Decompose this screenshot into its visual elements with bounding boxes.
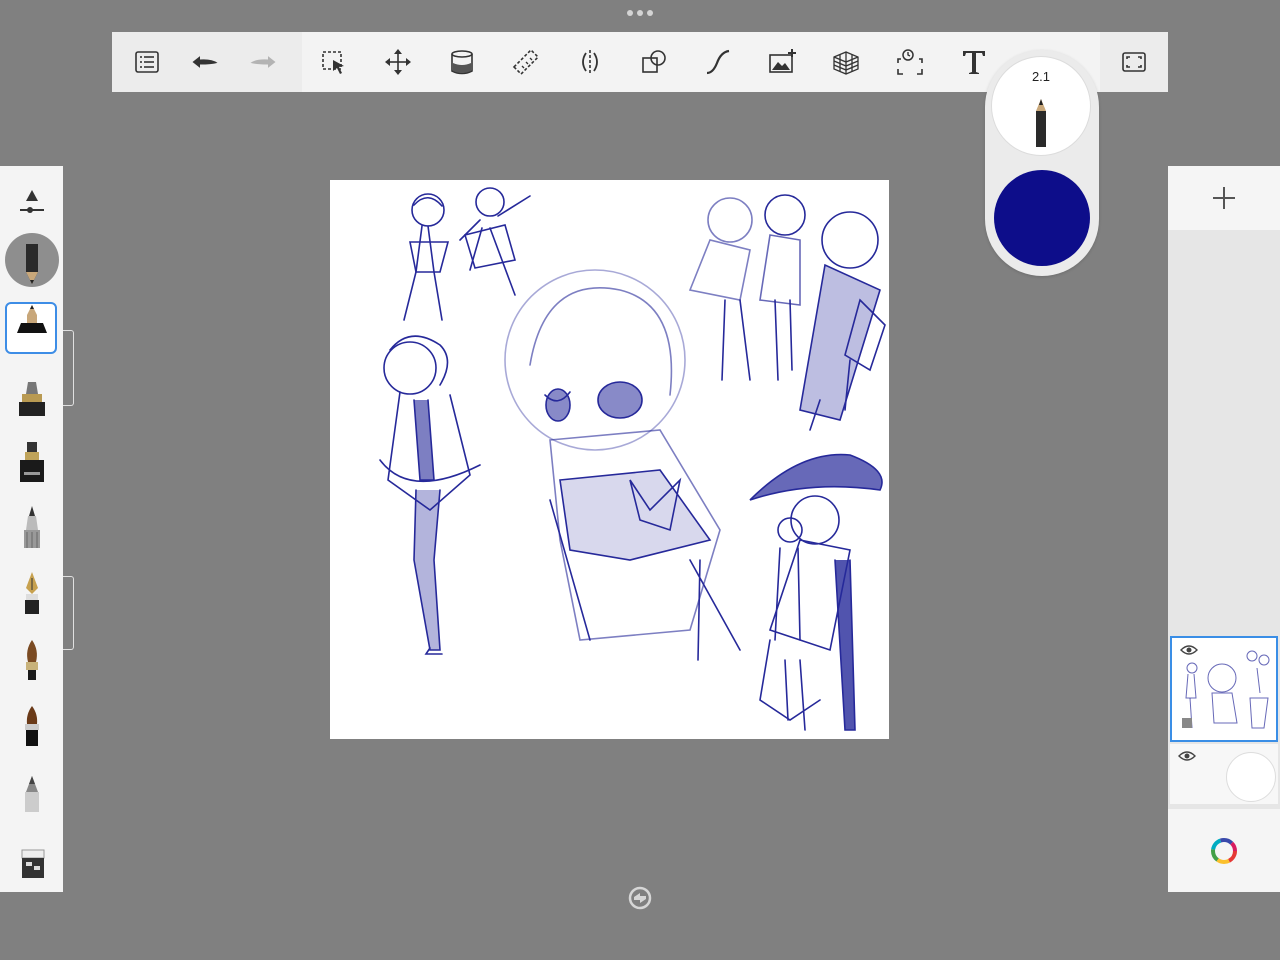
pencil-brush[interactable] [0, 298, 63, 364]
selection-tool-button[interactable] [302, 34, 366, 90]
airbrush-brush[interactable] [0, 760, 63, 826]
chisel-brush[interactable] [0, 694, 63, 760]
brush-puck[interactable]: 2.1 [985, 50, 1099, 276]
chisel-brush-icon [24, 706, 39, 746]
layer-preview [1182, 650, 1270, 729]
airbrush-icon [24, 776, 39, 812]
current-color-swatch[interactable] [994, 170, 1090, 266]
brush-settings-button[interactable] [0, 166, 63, 232]
fountain-pen-icon [24, 572, 39, 614]
pencil-icon [16, 305, 47, 333]
three-dots-icon[interactable] [620, 6, 660, 20]
text-icon [963, 51, 985, 74]
ballpoint-icon [23, 506, 40, 548]
brush-settings-icon [19, 190, 44, 213]
brush-size-control[interactable]: 2.1 [992, 57, 1090, 155]
shapes-icon [642, 50, 666, 73]
brush-palette [0, 166, 63, 892]
symmetry-tool-button[interactable] [558, 34, 622, 90]
symmetry-icon [582, 50, 598, 74]
toolbar-right-group [1100, 32, 1168, 92]
ballpoint-brush[interactable] [0, 496, 63, 562]
add-image-icon [769, 49, 796, 73]
layer-thumbnail-background[interactable] [1170, 744, 1278, 804]
color-editor-button[interactable] [1168, 809, 1280, 892]
background-swatch[interactable] [1226, 752, 1276, 802]
fullscreen-icon [1122, 52, 1146, 72]
undo-button[interactable] [176, 34, 234, 90]
add-image-button[interactable] [750, 34, 814, 90]
fountain-pen-brush[interactable] [0, 562, 63, 628]
eraser-brush[interactable] [0, 826, 63, 892]
fullscreen-button[interactable] [1102, 34, 1166, 90]
perspective-tool-button[interactable] [814, 34, 878, 90]
list-icon [135, 51, 159, 73]
fill-tool-button[interactable] [430, 34, 494, 90]
layers-list-button[interactable] [118, 34, 176, 90]
paintbrush-brush[interactable] [0, 628, 63, 694]
brush-preview[interactable] [0, 232, 63, 298]
undo-arrow-icon [192, 56, 218, 68]
time-lapse-icon [897, 49, 923, 75]
redo-arrow-icon [250, 56, 276, 68]
drawing-canvas[interactable] [330, 180, 889, 739]
rail-bracket [63, 576, 74, 650]
ink-pen-icon [19, 442, 44, 482]
rotate-icon[interactable] [628, 886, 652, 910]
transform-tool-button[interactable] [366, 34, 430, 90]
pencil-icon [1036, 99, 1046, 147]
ink-pen-brush[interactable] [0, 430, 63, 496]
fill-bucket-icon [451, 50, 473, 75]
eraser-icon [21, 849, 44, 878]
time-lapse-button[interactable] [878, 34, 942, 90]
plus-icon [1213, 187, 1235, 209]
move-icon [385, 49, 411, 75]
add-layer-button[interactable] [1168, 166, 1280, 230]
layers-panel [1168, 166, 1280, 892]
curve-icon [706, 49, 730, 75]
sketch-artwork [379, 187, 886, 731]
color-wheel-icon [1211, 837, 1237, 864]
toolbar-tools-group [302, 32, 1100, 92]
layer-thumbnail-active[interactable] [1170, 636, 1278, 742]
marker-brush[interactable] [0, 364, 63, 430]
selection-icon [322, 51, 344, 74]
marker-icon [18, 382, 45, 416]
curve-tool-button[interactable] [686, 34, 750, 90]
brush-size-value: 2.1 [1031, 69, 1051, 84]
shapes-tool-button[interactable] [622, 34, 686, 90]
ruler-icon [512, 48, 540, 76]
paintbrush-icon [25, 640, 38, 680]
eye-icon[interactable] [1178, 750, 1196, 762]
pencil-icon [25, 244, 38, 284]
toolbar-left-group [112, 32, 302, 92]
ruler-tool-button[interactable] [494, 34, 558, 90]
perspective-grid-icon [833, 51, 859, 75]
redo-button[interactable] [234, 34, 292, 90]
rail-bracket [63, 330, 74, 406]
